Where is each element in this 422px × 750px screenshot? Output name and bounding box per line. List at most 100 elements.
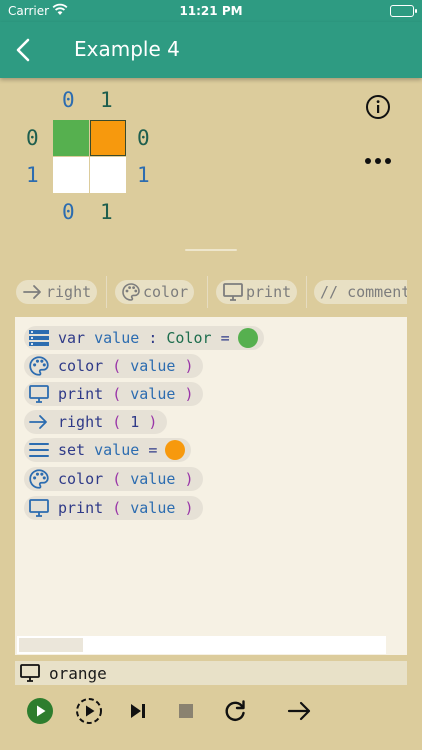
variable-name[interactable]: value bbox=[94, 329, 139, 347]
argument[interactable]: value bbox=[130, 499, 175, 517]
equals: = bbox=[148, 441, 158, 459]
monitor-icon bbox=[29, 385, 49, 403]
column-label-bottom-0: 0 bbox=[62, 200, 75, 224]
colon: : bbox=[148, 329, 158, 347]
palette-separator bbox=[106, 276, 107, 308]
console-output: orange bbox=[15, 661, 407, 685]
palette-color[interactable]: color bbox=[115, 280, 195, 304]
keyword: print bbox=[58, 385, 104, 403]
scrollbar-thumb[interactable] bbox=[19, 638, 83, 652]
palette-label: // comment bbox=[320, 283, 407, 301]
palette-label: color bbox=[143, 283, 189, 301]
row-label-right-1: 1 bbox=[137, 163, 150, 187]
argument[interactable]: value bbox=[130, 385, 175, 403]
close-paren: ) bbox=[184, 357, 194, 375]
palette-separator bbox=[207, 276, 208, 308]
refresh-icon bbox=[225, 700, 245, 721]
block-palette: right color print // comment bbox=[0, 276, 422, 308]
code-line-right[interactable]: right ( 1 ) bbox=[24, 410, 168, 434]
reset-button[interactable] bbox=[221, 697, 249, 725]
palette-comment[interactable]: // comment bbox=[314, 280, 407, 304]
next-button[interactable] bbox=[286, 697, 314, 725]
stop-icon bbox=[179, 704, 193, 718]
play-icon bbox=[27, 698, 53, 724]
open-paren: ( bbox=[112, 385, 122, 403]
step-play-icon bbox=[76, 698, 102, 724]
keyword: right bbox=[58, 413, 104, 431]
palette-print[interactable]: print bbox=[216, 280, 298, 304]
nav-bar: Example 4 bbox=[0, 22, 422, 78]
row-label-right-0: 0 bbox=[137, 126, 150, 150]
palette-icon bbox=[29, 469, 49, 489]
info-icon bbox=[366, 95, 390, 119]
color-swatch[interactable] bbox=[237, 328, 258, 348]
palette-separator bbox=[306, 276, 307, 308]
code-line-set[interactable]: set value = bbox=[24, 438, 192, 462]
row-label-left-1: 1 bbox=[26, 163, 39, 187]
keyword: var bbox=[58, 329, 86, 347]
arrow-right-icon bbox=[23, 285, 41, 299]
open-paren: ( bbox=[112, 470, 122, 488]
step-run-button[interactable] bbox=[75, 697, 103, 725]
back-button[interactable] bbox=[12, 36, 34, 64]
argument[interactable]: 1 bbox=[130, 413, 139, 431]
info-button[interactable] bbox=[365, 94, 391, 120]
monitor-icon bbox=[29, 499, 49, 517]
column-label-bottom-1: 1 bbox=[100, 200, 113, 224]
row-label-left-0: 0 bbox=[26, 126, 39, 150]
keyword: print bbox=[58, 499, 104, 517]
grid-cell-selected[interactable] bbox=[90, 120, 126, 156]
variable-icon bbox=[29, 330, 49, 346]
run-button[interactable] bbox=[26, 697, 54, 725]
code-line-color[interactable]: color ( value ) bbox=[24, 354, 204, 378]
grid-cell[interactable] bbox=[53, 120, 89, 156]
stop-button[interactable] bbox=[172, 697, 200, 725]
argument[interactable]: value bbox=[130, 357, 175, 375]
skip-next-icon bbox=[131, 704, 145, 718]
step-button[interactable] bbox=[124, 697, 152, 725]
code-line-print[interactable]: print ( value ) bbox=[24, 382, 204, 406]
open-paren: ( bbox=[112, 499, 122, 517]
monitor-icon bbox=[223, 283, 243, 301]
keyword: color bbox=[58, 357, 104, 375]
open-paren: ( bbox=[112, 357, 122, 375]
page-title: Example 4 bbox=[74, 37, 180, 61]
chevron-left-icon bbox=[16, 38, 30, 62]
status-bar: Carrier 11:21 PM bbox=[0, 0, 422, 22]
grid-cell[interactable] bbox=[53, 157, 89, 193]
code-line-color[interactable]: color ( value ) bbox=[24, 467, 204, 491]
battery-icon bbox=[390, 5, 417, 17]
open-paren: ( bbox=[112, 413, 122, 431]
close-paren: ) bbox=[148, 413, 158, 431]
grid-cell[interactable] bbox=[90, 157, 126, 193]
code-line-var[interactable]: var value : Color = bbox=[24, 326, 264, 350]
horizontal-scrollbar[interactable] bbox=[17, 636, 386, 654]
keyword: set bbox=[58, 441, 86, 459]
close-paren: ) bbox=[184, 470, 194, 488]
close-paren: ) bbox=[184, 499, 194, 517]
argument[interactable]: value bbox=[130, 470, 175, 488]
column-label-top-0: 0 bbox=[62, 88, 75, 112]
palette-icon bbox=[29, 356, 49, 376]
monitor-icon bbox=[20, 664, 40, 682]
set-icon bbox=[29, 443, 49, 457]
variable-name[interactable]: value bbox=[94, 441, 139, 459]
column-label-top-1: 1 bbox=[100, 88, 113, 112]
code-line-print[interactable]: print ( value ) bbox=[24, 496, 204, 520]
arrow-right-icon bbox=[29, 415, 47, 429]
color-swatch[interactable] bbox=[165, 440, 186, 460]
type-name[interactable]: Color bbox=[166, 329, 211, 347]
more-button[interactable] bbox=[362, 152, 394, 164]
more-icon bbox=[365, 158, 391, 164]
code-editor[interactable]: var value : Color = color ( value ) prin… bbox=[15, 317, 407, 655]
palette-right[interactable]: right bbox=[16, 280, 98, 304]
arrow-right-icon bbox=[287, 701, 311, 721]
console-text: orange bbox=[49, 663, 107, 683]
palette-label: right bbox=[46, 283, 92, 301]
palette-icon bbox=[122, 283, 140, 301]
palette-label: print bbox=[246, 283, 292, 301]
equals: = bbox=[220, 329, 230, 347]
keyword: color bbox=[58, 470, 104, 488]
close-paren: ) bbox=[184, 385, 194, 403]
resize-handle[interactable] bbox=[185, 249, 237, 251]
